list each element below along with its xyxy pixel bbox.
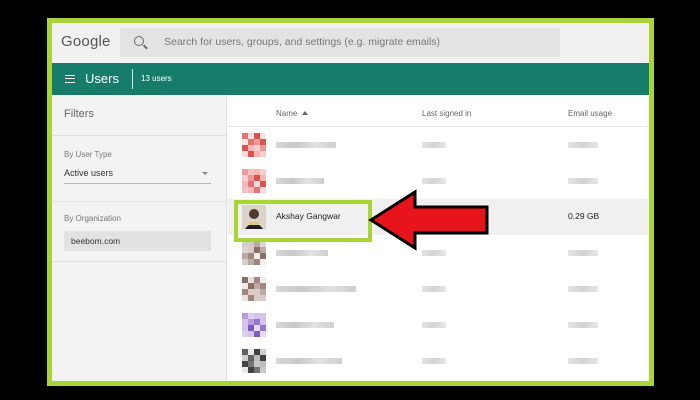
red-pixelated-avatar-icon [242,133,266,157]
red-pixelated-avatar-icon [242,169,266,193]
search-box[interactable]: Search for users, groups, and settings (… [120,28,560,57]
header-divider [132,69,133,89]
users-header: Users 13 users [52,63,649,95]
sidebar-divider [52,135,227,136]
column-header-label: Name [276,109,298,118]
table-row[interactable] [228,271,649,307]
redacted-last-signed-in [422,358,446,364]
column-header-last-signed-in[interactable]: Last signed in [422,109,471,118]
dropdown-arrow-icon [202,172,208,175]
user-name[interactable]: Akshay Gangwar [276,211,341,221]
user-count: 13 users [141,74,172,83]
organization-label: By Organization [64,214,121,223]
users-table: Name Last signed in Email usage Akshay G… [228,95,649,381]
column-header-email-usage[interactable]: Email usage [568,109,612,118]
table-row[interactable] [228,307,649,343]
search-icon [134,36,144,46]
redacted-last-signed-in [422,250,446,256]
brown-pixelated-avatar-icon [242,277,266,301]
brown-pixelated-avatar-icon [242,241,266,265]
screenshot-frame: Google Search for users, groups, and set… [47,18,654,386]
page-title: Users [85,71,119,86]
redacted-user-name [276,250,328,256]
purple-pixelated-avatar-icon [242,313,266,337]
person-avatar-icon [242,205,266,229]
top-bar: Google Search for users, groups, and set… [52,23,649,63]
user-type-label: By User Type [64,150,112,159]
sidebar-divider [52,261,227,262]
table-row[interactable]: Akshay Gangwar 0.29 GB [228,199,649,235]
email-usage-value: 0.29 GB [568,211,600,221]
google-logo[interactable]: Google [61,33,111,50]
redacted-user-name [276,358,342,364]
sidebar-divider [52,201,227,202]
redacted-last-signed-in [422,178,446,184]
organization-item[interactable]: beebom.com [64,231,211,251]
redacted-user-name [276,142,336,148]
search-input[interactable]: Search for users, groups, and settings (… [164,36,440,48]
filters-sidebar: Filters By User Type Active users By Org… [52,95,227,381]
menu-icon[interactable] [65,75,75,83]
redacted-last-signed-in [422,286,446,292]
user-type-select[interactable]: Active users [64,165,211,184]
redacted-last-signed-in [422,142,446,148]
redacted-user-name [276,178,324,184]
table-row[interactable] [228,235,649,271]
redacted-email-usage [568,250,598,256]
dark-pixelated-avatar-icon [242,349,266,373]
redacted-email-usage [568,358,598,364]
redacted-email-usage [568,286,598,292]
redacted-last-signed-in [422,322,446,328]
organization-value: beebom.com [71,236,121,246]
sort-ascending-icon [302,111,309,115]
redacted-user-name [276,286,356,292]
user-type-value: Active users [64,168,114,178]
table-row[interactable] [228,343,649,379]
redacted-email-usage [568,178,598,184]
column-header-name[interactable]: Name [276,109,309,118]
filters-title: Filters [64,108,94,120]
table-row[interactable] [228,163,649,199]
redacted-email-usage [568,322,598,328]
redacted-last-signed-in [422,214,446,220]
redacted-user-name [276,322,334,328]
redacted-email-usage [568,142,598,148]
table-row[interactable] [228,127,649,163]
